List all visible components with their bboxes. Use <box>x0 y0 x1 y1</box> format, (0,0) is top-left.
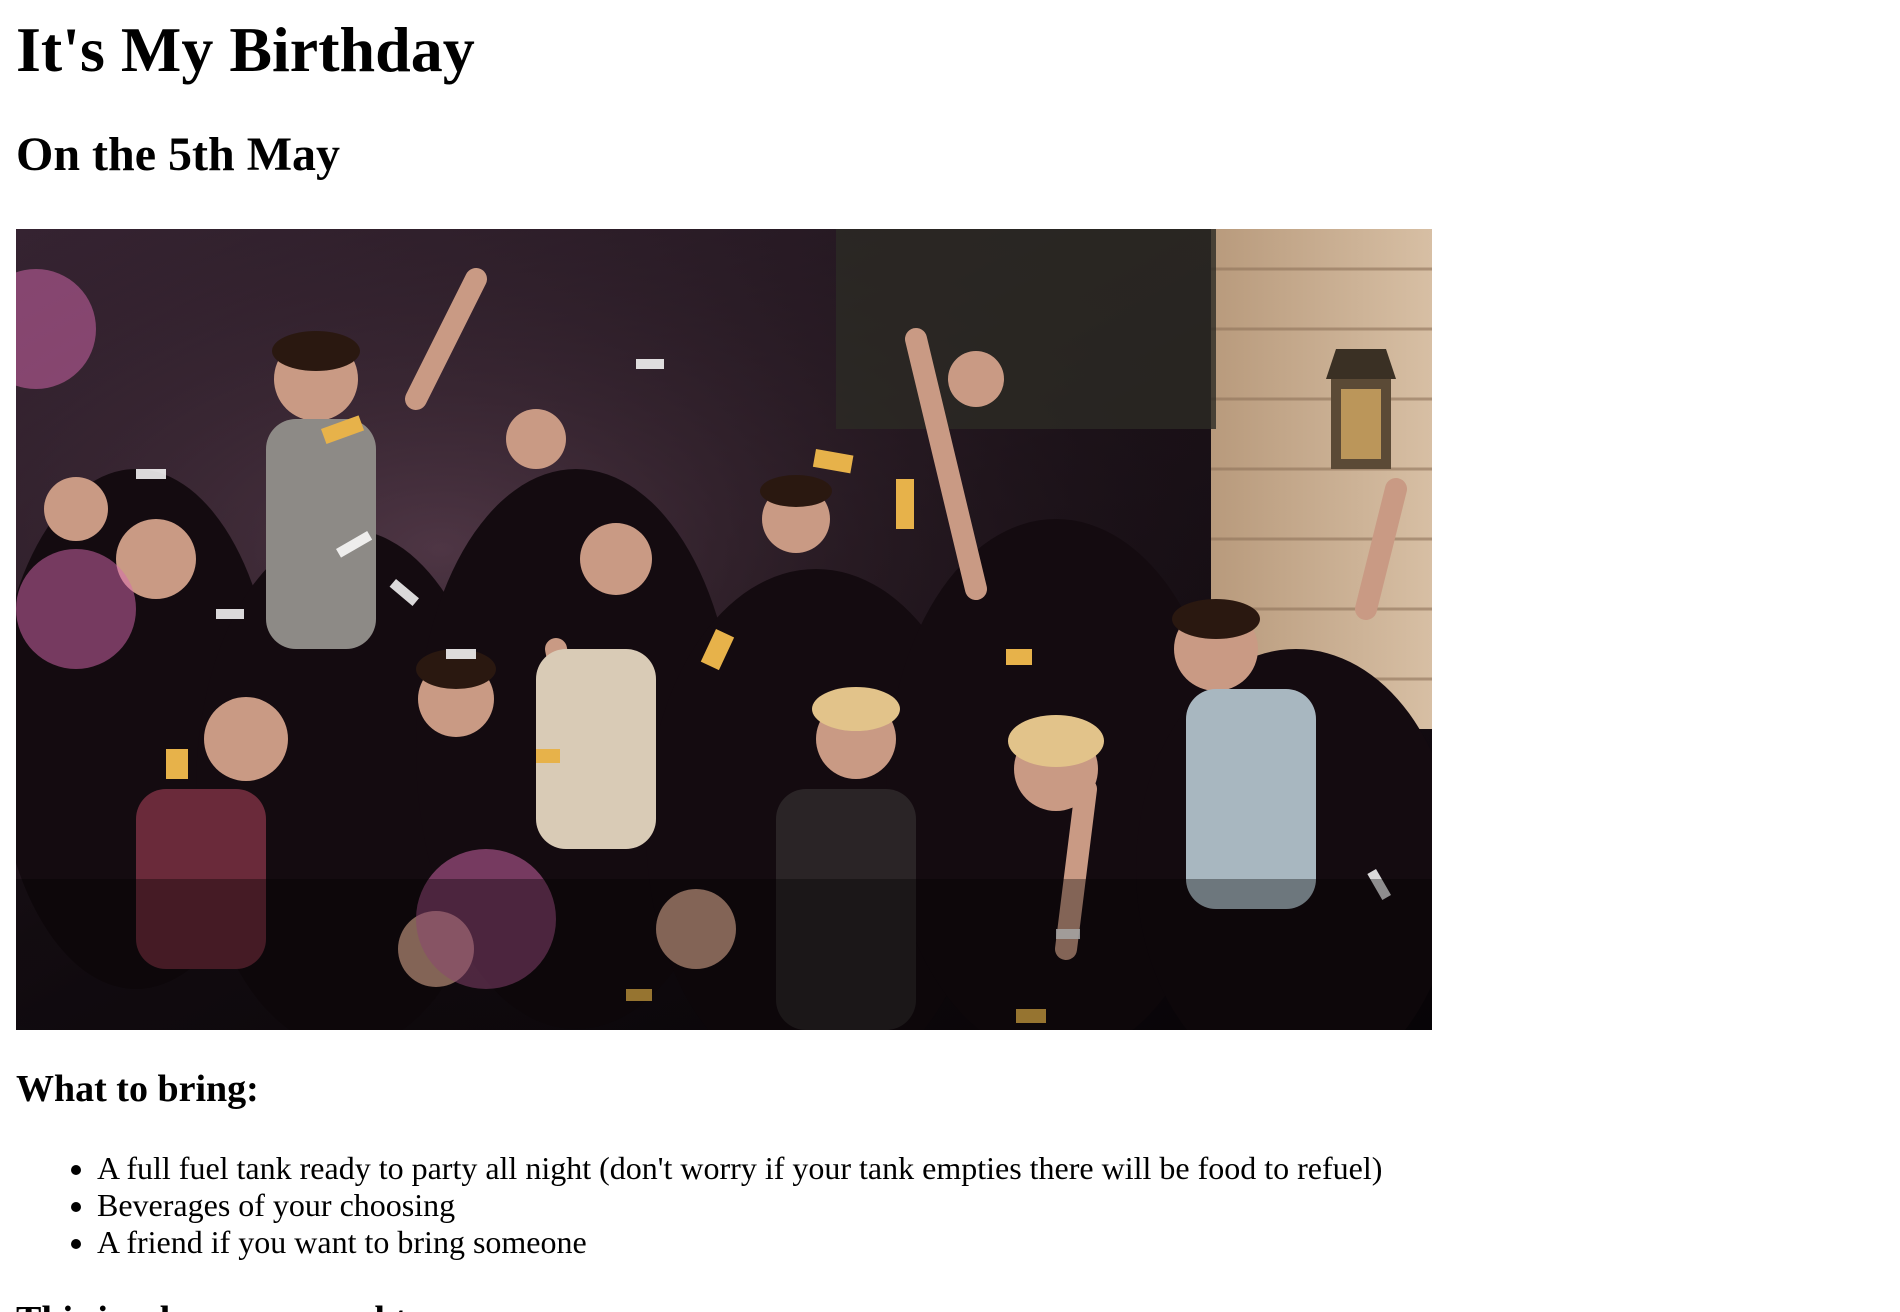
lantern <box>1326 349 1396 469</box>
page-content: It's My Birthday On the 5th May What to … <box>0 0 1900 1312</box>
list-item: A friend if you want to bring someone <box>97 1224 1884 1261</box>
party-photo-image <box>16 229 1432 1030</box>
what-to-bring-list: A full fuel tank ready to party all nigh… <box>16 1150 1884 1261</box>
list-item: Beverages of your choosing <box>97 1187 1884 1224</box>
list-item: A full fuel tank ready to party all nigh… <box>97 1150 1884 1187</box>
page-subtitle: On the 5th May <box>16 128 340 181</box>
what-to-bring-heading: What to bring: <box>16 1068 259 1110</box>
page-title: It's My Birthday <box>16 14 475 85</box>
where-to-go-heading: This is where you need to go: <box>16 1297 1884 1312</box>
party-photo <box>16 229 1432 1030</box>
